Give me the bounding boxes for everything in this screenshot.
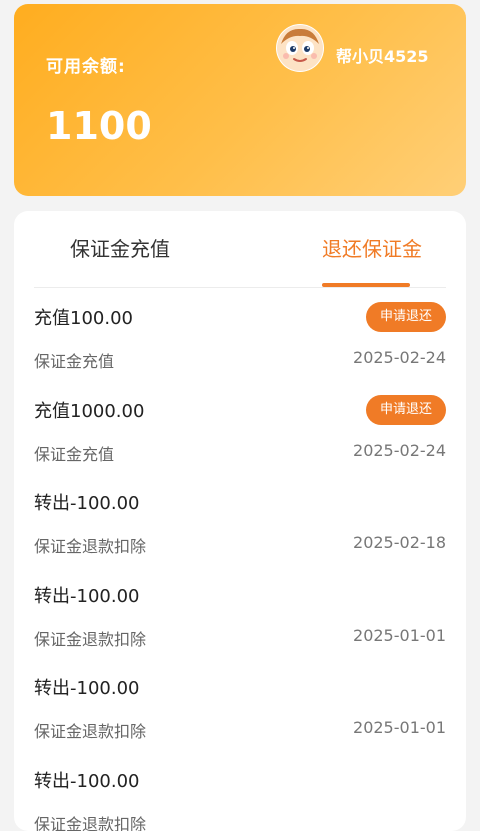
record-title: 转出-100.00 [34,493,140,514]
balance-card: 可用余额: 1100 帮小贝4525 [14,4,466,196]
record-item: 充值100.00 申请退还 保证金充值 2025-02-24 [34,302,446,396]
balance-label: 可用余额: [46,57,126,77]
record-type: 保证金退款扣除 [34,722,147,741]
tab-deposit-recharge[interactable]: 保证金充值 [70,233,170,262]
record-type: 保证金充值 [34,445,115,464]
apply-refund-button[interactable]: 申请退还 [366,395,446,425]
record-type: 保证金退款扣除 [34,537,147,556]
record-item: 充值1000.00 申请退还 保证金充值 2025-02-24 [34,395,446,489]
cartoon-face-icon [277,25,323,71]
record-title: 转出-100.00 [34,771,140,792]
apply-refund-button[interactable]: 申请退还 [366,302,446,332]
record-title: 充值1000.00 [34,401,145,422]
record-type: 保证金退款扣除 [34,815,147,831]
user-avatar[interactable] [276,24,324,72]
record-type: 保证金充值 [34,352,115,371]
record-item: 转出-100.00 保证金退款扣除 2025-01-01 [34,582,446,674]
tab-refund-deposit[interactable]: 退还保证金 [322,233,422,262]
record-type: 保证金退款扣除 [34,630,147,649]
record-date: 2025-01-01 [353,626,446,645]
record-date: 2025-02-24 [353,348,446,367]
record-item: 转出-100.00 保证金退款扣除 2025-02-18 [34,489,446,581]
record-date: 2025-02-24 [353,441,446,460]
balance-amount: 1100 [46,104,152,148]
active-tab-indicator [322,283,410,287]
record-date: 2025-02-18 [353,533,446,552]
record-title: 充值100.00 [34,308,133,329]
record-title: 转出-100.00 [34,678,140,699]
record-date: 2025-01-01 [353,718,446,737]
tab-bar: 保证金充值 退还保证金 [34,211,446,288]
record-item: 转出-100.00 保证金退款扣除 2025-01-01 [34,674,446,766]
username: 帮小贝4525 [336,47,429,66]
record-item: 转出-100.00 保证金退款扣除 [34,767,446,831]
record-panel: 保证金充值 退还保证金 充值100.00 申请退还 保证金充值 2025-02-… [14,211,466,831]
record-title: 转出-100.00 [34,586,140,607]
